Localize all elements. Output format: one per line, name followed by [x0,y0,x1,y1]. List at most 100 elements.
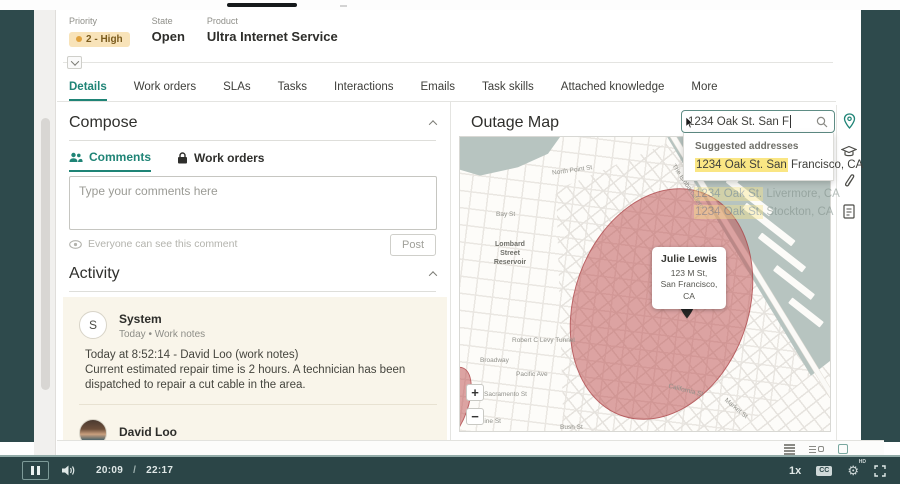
map-street-label: Pacific Ave [516,371,548,378]
divider [69,140,436,141]
state-value: Open [151,29,185,44]
map-street-label: Bay St [496,211,516,218]
top-strip [0,0,900,10]
product-label: Product [206,16,238,26]
map-zoom-in-button[interactable]: + [466,384,484,401]
work-orders-label: Work orders [194,151,265,165]
tab-work-orders[interactable]: Work orders [134,81,196,101]
compose-title: Compose [69,114,138,131]
tab-task-skills[interactable]: Task skills [482,81,534,101]
people-icon [69,152,83,162]
context-icon-rail [836,105,861,440]
activity-title: Activity [69,265,120,282]
main-tabbar: Details Work orders SLAs Tasks Interacti… [69,73,731,101]
knowledge-cap-icon[interactable] [841,143,857,159]
suggestion-highlight: 1234 Oak St. San [695,158,788,172]
activity-header: Activity [69,265,438,283]
tab-more[interactable]: More [691,81,730,101]
scrollbar-thumb[interactable] [41,118,50,390]
suggestion-rest: Stockton, CA [763,206,834,218]
pause-button[interactable] [22,461,49,480]
map-street-label: North Point St [551,164,593,177]
compose-activity-panel: Compose Comments Work orders Type your c… [57,102,451,440]
chevron-up-icon[interactable] [428,120,438,129]
fullscreen-icon[interactable] [874,464,886,477]
case-content: Priority 2 - High State Open Product Ult… [57,10,884,455]
expand-view-icon[interactable] [838,444,848,455]
map-street-label: Robert C Levy Tunnel [512,337,575,344]
search-input[interactable]: 1234 Oak St. San F [681,110,835,133]
state-label: State [151,16,173,26]
list-view-icon[interactable] [784,444,795,455]
time-current: 20:09 [96,465,124,476]
bottom-strip [0,484,900,496]
priority-value: 2 - High [86,33,123,45]
priority-badge: 2 - High [69,31,130,47]
comment-input[interactable] [69,176,437,230]
eye-icon [69,239,82,249]
mouse-cursor-icon [685,117,694,129]
search-icon[interactable] [816,116,828,128]
tab-interactions[interactable]: Interactions [334,81,393,101]
scrollbar-gutter [34,10,56,455]
location-pin-icon[interactable] [841,113,857,129]
activity-entry: David Loo [63,405,447,440]
entry-author: David Loo [119,424,178,439]
visibility-note: Everyone can see this comment [69,238,237,250]
entry-meta: Today • Work notes [119,329,206,340]
time-total: 22:17 [146,465,174,476]
avatar: S [79,311,107,339]
compose-tabs: Comments Work orders [69,150,264,172]
gear-icon[interactable]: ⚙ HD [847,460,866,478]
post-button[interactable]: Post [389,234,436,256]
map-zoom-out-button[interactable]: − [466,408,484,425]
video-frame: Priority 2 - High State Open Product Ult… [0,0,900,496]
tab-details[interactable]: Details [69,81,107,101]
suggestion-rest: Livermore, CA [763,188,840,200]
app-window: Priority 2 - High State Open Product Ult… [34,10,884,455]
volume-icon[interactable] [61,464,76,477]
frame-left [0,10,34,442]
entry-line: Current estimated repair time is 2 hours… [85,364,406,392]
tab-attached-knowledge[interactable]: Attached knowledge [561,81,665,101]
outage-map-panel: Outage Map 1234 Oak St. San F Suggested … [452,102,863,440]
playback-time: 20:09 / 22:17 [96,465,173,476]
lock-icon [178,152,188,164]
activity-feed: S System Today • Work notes Today at 8:5… [63,297,447,440]
suggestion-item-ghost[interactable]: 1234 Oak St. Stockton, CA [694,205,894,219]
map-water-cove [460,137,560,176]
activity-entry: S System Today • Work notes Today at 8:5… [63,297,447,405]
suggestion-highlight: 1234 Oak St. [694,205,764,219]
tab-emails[interactable]: Emails [421,81,456,101]
compact-view-icon[interactable] [809,445,824,453]
playback-speed-button[interactable]: 1x [789,465,801,477]
frame-right [861,10,900,442]
tab-comments[interactable]: Comments [69,150,152,172]
top-dash [340,5,347,7]
progress-marker [227,3,297,7]
customer-popup: Julie Lewis 123 M St, San Francisco, CA [652,247,726,310]
captions-button[interactable]: CC [816,465,833,476]
tab-slas[interactable]: SLAs [223,81,251,101]
chevron-up-icon[interactable] [428,271,438,280]
suggestion-highlight: 1234 Oak St. [694,187,764,201]
field-state: State Open [152,16,185,47]
customer-address-line2: San Francisco, CA [660,279,718,301]
chevron-down-icon [70,56,79,66]
customer-address-line1: 123 M St, [670,268,708,278]
comments-label: Comments [89,150,152,164]
address-suggestions-dropdown: Suggested addresses 1234 Oak St. San Fra… [683,133,863,181]
tab-compose-work-orders[interactable]: Work orders [177,150,264,172]
suggestion-item-ghost[interactable]: 1234 Oak St. Livermore, CA [694,187,894,201]
suggestion-item[interactable]: 1234 Oak St. San Francisco, CA [684,155,863,180]
more-label: More [691,81,718,93]
priority-dot-icon [76,36,82,42]
video-player-bar: 20:09 / 22:17 1x CC ⚙ HD [0,455,900,484]
suggestion-rest: Francisco, CA [787,159,864,171]
customer-name: Julie Lewis [660,253,718,265]
field-product: Product Ultra Internet Service [207,16,338,47]
tab-tasks[interactable]: Tasks [278,81,307,101]
collapse-header-button[interactable] [67,56,82,69]
paperclip-icon[interactable] [841,173,857,189]
time-separator: / [133,465,137,476]
